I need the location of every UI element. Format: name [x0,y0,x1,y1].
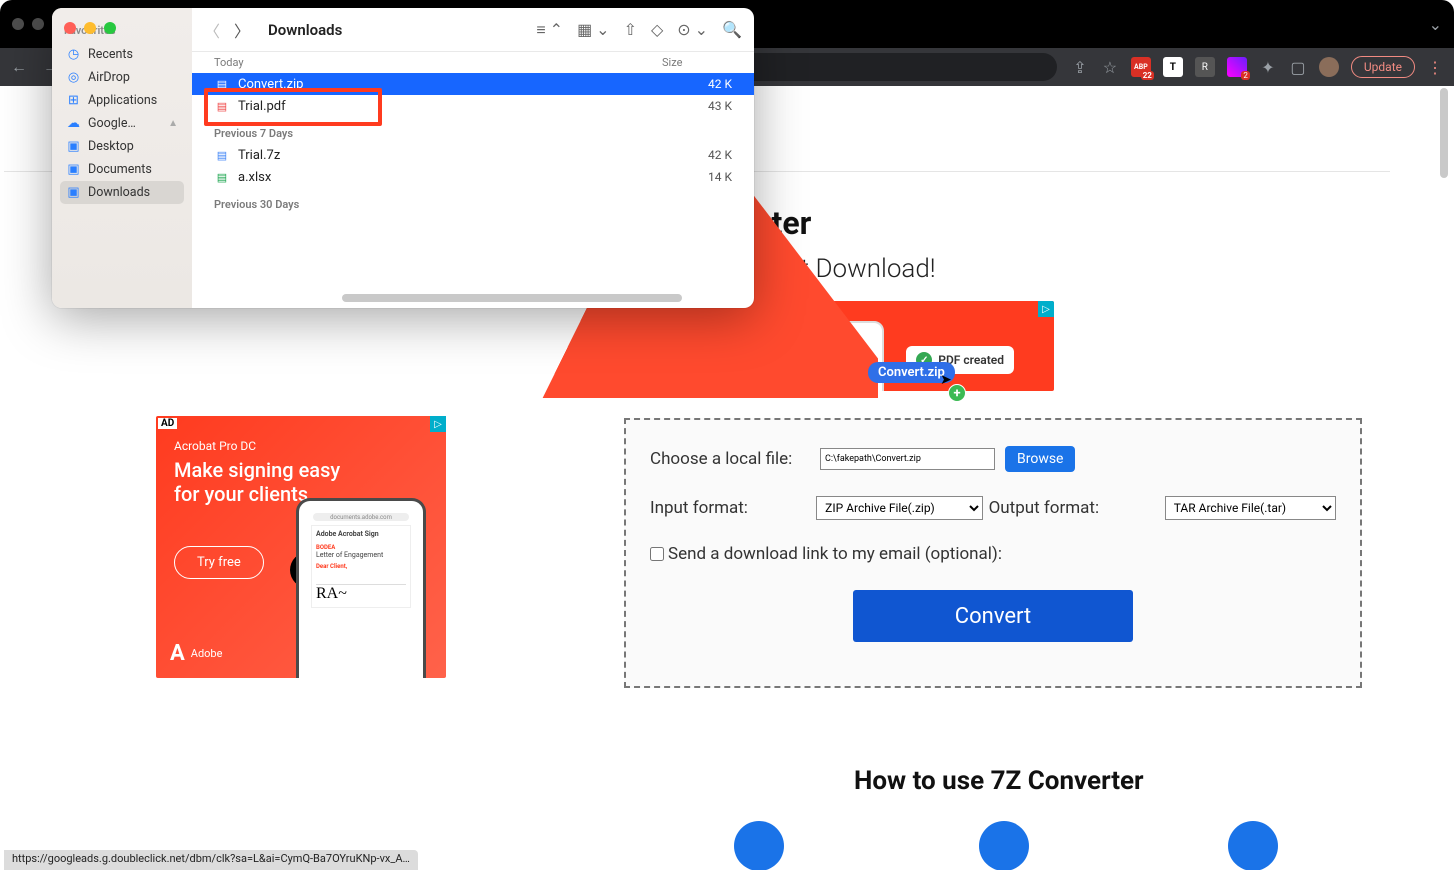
profile-avatar[interactable] [1319,57,1339,77]
file-row[interactable]: ▤a.xlsx14 K [192,166,754,188]
finder-title: Downloads [268,21,342,39]
drag-plus-icon: + [948,384,966,402]
step-circle [1228,821,1278,870]
finder-window-controls[interactable] [64,22,116,34]
back-button[interactable]: ← [10,58,28,76]
ad-info-icon[interactable]: ▷ [1038,301,1054,317]
file-path-input[interactable] [820,448,995,470]
ad-invoice-label: INVOICE [826,361,861,371]
menu-icon[interactable]: ⋮ [1427,58,1444,77]
page-title-fragment: rter [759,204,811,242]
input-format-label: Input format: [650,498,816,518]
output-format-label: Output format: [989,498,1155,518]
bookmark-icon[interactable]: ☆ [1101,58,1119,76]
convert-button[interactable]: Convert [853,590,1133,642]
ad-phone-graphic: documents.adobe.com Adobe Acrobat Sign B… [296,498,426,678]
status-bar: https://googleads.g.doubleclick.net/dbm/… [4,850,418,870]
choose-file-label: Choose a local file: [650,449,820,469]
clock-icon: ◷ [66,47,81,62]
devices-icon[interactable]: ▢ [1289,58,1307,76]
tag-icon[interactable]: ◇ [651,20,663,39]
finder-scrollbar[interactable] [342,294,742,302]
extension-adblock-icon[interactable]: ABP 22 [1131,57,1151,77]
step-circle [734,821,784,870]
ad-brand: AAdobe [170,641,222,666]
acrobat-icon: ✎ [798,349,826,377]
folder-icon: ▣ [66,185,81,200]
ad-tag: AD [158,418,177,429]
browse-button[interactable]: Browse [1005,446,1075,472]
sidebar-item-desktop[interactable]: ▣Desktop [60,135,184,158]
sidebar-item-google[interactable]: ☁Google…▲ [60,112,184,135]
finder-columns: Today Size [192,52,754,73]
page-subtitle-fragment: stant Download! [751,254,936,284]
update-button[interactable]: Update [1351,56,1415,78]
cloud-icon: ☁ [66,116,81,131]
toolbar-right: ⇪ ☆ ABP 22 T R 2 ✦ ▢ Update ⋮ [1071,56,1444,78]
finder-main: 〈 〉 Downloads ≡ ⌃ ▦ ⌄ ⇧ ◇ ⊙ ⌄ 🔍 Today Si… [192,8,754,308]
col-size[interactable]: Size [662,56,732,69]
apps-icon: ⊞ [66,93,81,108]
search-icon[interactable]: 🔍 [722,20,742,39]
section-header: Previous 7 Days [192,123,754,144]
email-link-checkbox[interactable] [650,547,664,561]
extension-t-icon[interactable]: T [1163,57,1183,77]
col-name[interactable]: Today [214,56,662,69]
sidebar-item-documents[interactable]: ▣Documents [60,158,184,181]
ad-banner-left[interactable]: AD ▷ Acrobat Pro DC Make signing easyfor… [156,416,446,678]
more-icon[interactable]: ⊙ ⌄ [677,20,708,39]
annotation-highlight-box [204,88,382,126]
sidebar-item-applications[interactable]: ⊞Applications [60,89,184,112]
page-scrollbar[interactable] [1436,86,1450,870]
sidebar-item-downloads[interactable]: ▣Downloads [60,181,184,204]
finder-toolbar: 〈 〉 Downloads ≡ ⌃ ▦ ⌄ ⇧ ◇ ⊙ ⌄ 🔍 [192,8,754,52]
tabs-overflow-icon[interactable]: ⌄ [1429,15,1442,34]
share-icon[interactable]: ⇧ [624,20,637,39]
folder-icon: ▣ [66,139,81,154]
view-group-icon[interactable]: ▦ ⌄ [577,20,610,39]
email-link-label: Send a download link to my email (option… [668,544,1002,564]
howto-heading: How to use 7Z Converter [854,766,1144,796]
folder-icon: ▣ [66,162,81,177]
view-list-icon[interactable]: ≡ ⌃ [536,20,563,40]
sidebar-item-airdrop[interactable]: ◎AirDrop [60,66,184,89]
extension-r-icon[interactable]: R [1195,57,1215,77]
finder-window: Favourites ◷Recents◎AirDrop⊞Applications… [52,8,754,308]
step-circle [979,821,1029,870]
finder-forward-icon[interactable]: 〉 [234,18,250,42]
sidebar-item-recents[interactable]: ◷Recents [60,43,184,66]
converter-form: Choose a local file: Browse Input format… [624,418,1362,688]
share-icon[interactable]: ⇪ [1071,58,1089,76]
input-format-select[interactable]: ZIP Archive File(.zip) [816,496,982,520]
extensions-icon[interactable]: ✦ [1259,58,1277,76]
airdrop-icon: ◎ [66,70,81,85]
ad-product: Acrobat Pro DC [174,439,256,453]
output-format-select[interactable]: TAR Archive File(.tar) [1165,496,1336,520]
finder-back-icon[interactable]: 〈 [204,18,220,42]
file-row[interactable]: ▤Trial.7z42 K [192,144,754,166]
file-icon: ▤ [214,147,230,163]
ad-cta-button[interactable]: Try free [174,546,264,579]
ad-info-icon[interactable]: ▷ [430,416,446,432]
section-header: Previous 30 Days [192,194,754,215]
extension-color-icon[interactable]: 2 [1227,57,1247,77]
file-icon: ▤ [214,169,230,185]
finder-sidebar: Favourites ◷Recents◎AirDrop⊞Applications… [52,8,192,308]
